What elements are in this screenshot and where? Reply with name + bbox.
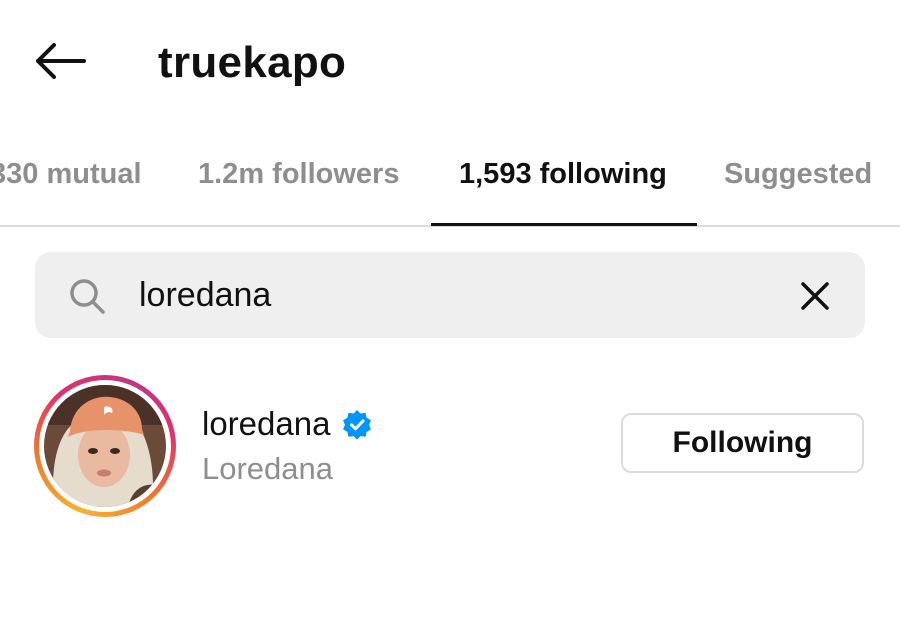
- back-button[interactable]: [30, 36, 90, 86]
- search-input[interactable]: [139, 270, 739, 320]
- close-icon: [801, 282, 829, 310]
- story-ring[interactable]: [34, 375, 176, 517]
- tab-followers[interactable]: 1.2m followers: [198, 152, 399, 196]
- header: truekapo: [0, 0, 900, 120]
- verified-badge-icon: [343, 410, 372, 439]
- page-title: truekapo: [158, 38, 347, 87]
- tab-following[interactable]: 1,593 following: [459, 152, 667, 196]
- tab-bar: 330 mutual 1.2m followers 1,593 followin…: [0, 130, 900, 228]
- following-button[interactable]: Following: [621, 413, 864, 473]
- following-screen: truekapo 330 mutual 1.2m followers 1,593…: [0, 0, 900, 618]
- username-text: loredana: [202, 405, 331, 442]
- tab-suggested[interactable]: Suggested: [724, 152, 872, 196]
- list-item[interactable]: loredana Loredana Following: [0, 370, 900, 520]
- result-username[interactable]: loredana: [202, 403, 372, 445]
- active-tab-indicator: [431, 223, 697, 226]
- clear-search-button[interactable]: [795, 276, 835, 316]
- search-icon: [70, 279, 105, 314]
- result-full-name: Loredana: [202, 451, 334, 486]
- search-bar: [35, 252, 865, 338]
- arrow-left-icon: [36, 43, 86, 79]
- avatar: [44, 385, 166, 507]
- tab-mutual[interactable]: 330 mutual: [0, 152, 142, 196]
